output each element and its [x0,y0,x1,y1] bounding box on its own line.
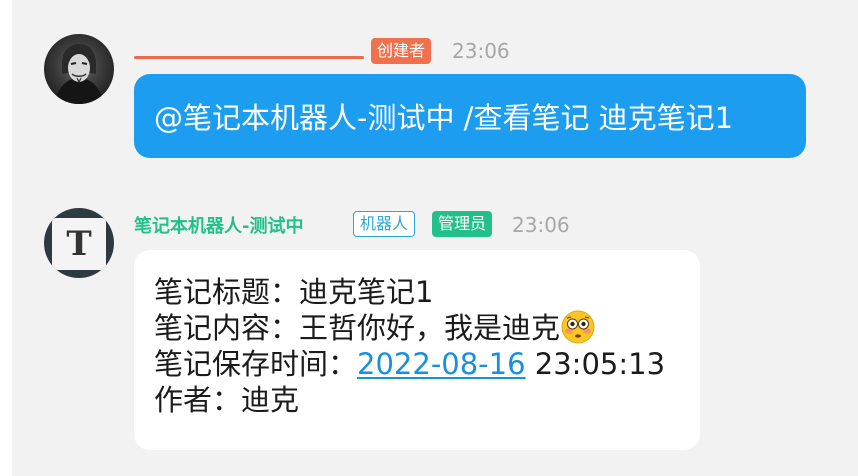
message-time: 23:06 [452,39,510,63]
creator-badge: 创建者 [371,38,432,64]
note-saved-time-line: 笔记保存时间：2022-08-16 23:05:13 [154,346,700,382]
admin-badge: 管理员 [432,211,493,237]
flushed-face-icon [561,310,595,344]
bot-sender-name[interactable]: 笔记本机器人-测试中 [134,212,303,238]
note-author-value: 迪克 [241,383,300,417]
note-content-value: 王哲你好，我是迪克 [299,311,561,345]
note-title-line: 笔记标题：迪克笔记1 [154,274,700,310]
bot-avatar[interactable]: T [44,208,114,278]
message-bubble-received[interactable]: 笔记标题：迪克笔记1 笔记内容：王哲你好，我是迪克 笔记保存时间：2022-08… [134,250,700,450]
user-avatar[interactable] [44,34,114,104]
note-saved-label: 笔记保存时间： [154,347,358,381]
message-text: @笔记本机器人-测试中 /查看笔记 迪克笔记1 [154,101,734,135]
message-time: 23:06 [512,213,570,237]
sender-name-redacted [134,56,364,59]
note-author-line: 作者：迪克 [154,382,700,418]
robot-badge: 机器人 [353,211,416,237]
anonymous-mask-avatar-icon [54,44,104,104]
note-title-label: 笔记标题： [154,275,300,309]
avatar-letter: T [66,224,92,264]
note-saved-time: 23:05:13 [525,347,666,381]
note-title-value: 迪克笔记1 [299,275,434,309]
note-content-label: 笔记内容： [154,311,300,345]
typewriter-t-avatar-icon: T [52,218,106,270]
message-bubble-sent[interactable]: @笔记本机器人-测试中 /查看笔记 迪克笔记1 [134,74,806,158]
note-content-line: 笔记内容：王哲你好，我是迪克 [154,310,700,346]
saved-date-link[interactable]: 2022-08-16 [357,347,526,381]
note-author-label: 作者： [154,383,242,417]
